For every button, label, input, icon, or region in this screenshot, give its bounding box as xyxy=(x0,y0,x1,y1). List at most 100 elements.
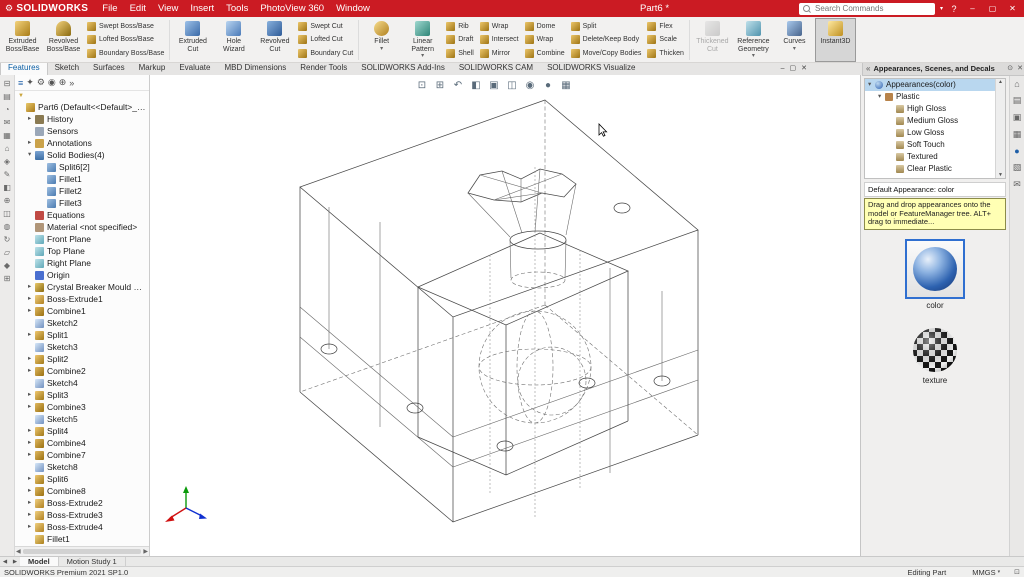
tree-item[interactable]: ▸ Boss-Extrude2 xyxy=(15,497,149,509)
tree-item[interactable]: ▸ Split3 xyxy=(15,389,149,401)
menu-item[interactable]: Edit xyxy=(124,0,152,17)
left-dock-icon[interactable]: ⌂ xyxy=(5,144,10,153)
menu-item[interactable]: Window xyxy=(330,0,376,17)
ribbon-small-button[interactable]: Boundary Boss/Base xyxy=(87,47,164,59)
edit-appearance-icon[interactable]: ● xyxy=(541,79,555,93)
ribbon-small-button[interactable]: Swept Boss/Base xyxy=(87,21,164,33)
command-tab[interactable]: Sketch xyxy=(48,61,86,75)
view-orientation-icon[interactable]: ▣ xyxy=(487,79,501,93)
left-dock-icon[interactable]: ⊞ xyxy=(4,274,11,283)
tree-item[interactable]: Split6[2] xyxy=(15,161,149,173)
close-button[interactable]: ✕ xyxy=(1005,0,1020,17)
left-dock-icon[interactable]: ◈ xyxy=(4,157,10,166)
solidworks-resources-icon[interactable]: ⌂ xyxy=(1014,79,1019,89)
ribbon-small-button[interactable]: Thicken xyxy=(647,47,684,59)
instant3d-button[interactable]: Instant3D xyxy=(815,18,856,62)
status-bar-icon[interactable]: ⊡ xyxy=(1014,568,1020,576)
command-tab[interactable]: SOLIDWORKS Add-Ins xyxy=(354,61,452,75)
previous-view-icon[interactable]: ↶ xyxy=(451,79,465,93)
tree-item[interactable]: ▸ Combine1 xyxy=(15,305,149,317)
tree-item[interactable]: Equations xyxy=(15,209,149,221)
tree-item[interactable]: Right Plane xyxy=(15,257,149,269)
search-input[interactable] xyxy=(813,3,931,15)
ribbon-small-button[interactable]: Flex xyxy=(647,21,684,33)
unit-system-selector[interactable]: MMGS ▾ xyxy=(972,568,1000,577)
model-wireframe[interactable] xyxy=(150,75,860,556)
graphics-viewport[interactable]: ⊡ ⊞ ↶ ◧ ▣ ◫ ◉ ● ▦ xyxy=(150,75,860,556)
ribbon-small-button[interactable]: Lofted Cut xyxy=(298,34,353,46)
tree-item[interactable]: Sensors xyxy=(15,125,149,137)
solidworks-forum-icon[interactable]: ✉ xyxy=(1013,179,1021,190)
ribbon-small-button[interactable]: Wrap xyxy=(480,21,519,33)
section-view-icon[interactable]: ◧ xyxy=(469,79,483,93)
tree-item[interactable]: ▸ Combine4 xyxy=(15,437,149,449)
view-palette-icon[interactable]: ▦ xyxy=(1013,129,1022,140)
scroll-up-icon[interactable]: ▲ xyxy=(996,79,1005,85)
tree-item[interactable]: ▸ Combine8 xyxy=(15,485,149,497)
document-minimize-icon[interactable]: – xyxy=(781,65,785,72)
tree-item[interactable]: Sketch2 xyxy=(15,317,149,329)
fillet-button[interactable]: Fillet ▾ xyxy=(361,18,402,62)
ribbon-small-button[interactable]: Boundary Cut xyxy=(298,47,353,59)
left-dock-icon[interactable]: ◆ xyxy=(4,261,10,270)
hole-wizard-button[interactable]: Hole Wizard xyxy=(213,18,254,62)
ribbon-small-button[interactable]: Move/Copy Bodies xyxy=(571,47,642,59)
configurationmanager-tab-icon[interactable]: ⚙ xyxy=(37,77,45,88)
file-explorer-icon[interactable]: ▣ xyxy=(1013,112,1022,123)
extruded-boss-base-button[interactable]: Extruded Boss/Base xyxy=(2,18,43,62)
left-dock-icon[interactable]: ▦ xyxy=(3,131,11,140)
restore-button[interactable]: ▢ xyxy=(985,0,1000,17)
search-box[interactable] xyxy=(799,3,935,15)
ribbon-small-button[interactable]: Scale xyxy=(647,34,684,46)
ribbon-small-button[interactable]: Swept Cut xyxy=(298,21,353,33)
revolved-boss-base-button[interactable]: Revolved Boss/Base xyxy=(43,18,84,62)
left-dock-icon[interactable]: ▱ xyxy=(4,248,10,257)
zoom-fit-icon[interactable]: ⊡ xyxy=(415,79,429,93)
tree-item[interactable]: ▸ History xyxy=(15,113,149,125)
left-dock-icon[interactable]: ◔ xyxy=(5,105,10,114)
extruded-cut-button[interactable]: Extruded Cut xyxy=(172,18,213,62)
ribbon-small-button[interactable]: Delete/Keep Body xyxy=(571,34,642,46)
apply-scene-icon[interactable]: ▦ xyxy=(559,79,573,93)
ribbon-small-button[interactable]: Combine xyxy=(525,47,565,59)
pin-icon[interactable]: ⊙ xyxy=(1005,64,1015,72)
close-pane-icon[interactable]: ✕ xyxy=(1015,64,1024,72)
ribbon-small-button[interactable]: Mirror xyxy=(480,47,519,59)
tree-item[interactable]: Front Plane xyxy=(15,233,149,245)
tree-item[interactable]: ▸ Boss-Extrude1 xyxy=(15,293,149,305)
appearance-tree-item[interactable]: High Gloss xyxy=(865,103,1005,115)
appearances-scenes-icon[interactable]: ● xyxy=(1014,146,1019,156)
command-tab[interactable]: Markup xyxy=(132,61,173,75)
tree-item[interactable]: Fillet3 xyxy=(15,197,149,209)
command-tab[interactable]: Surfaces xyxy=(86,61,132,75)
tree-item[interactable]: Origin xyxy=(15,269,149,281)
command-tab[interactable]: Render Tools xyxy=(293,61,354,75)
menu-item[interactable]: File xyxy=(96,0,123,17)
texture-appearance-swatch[interactable] xyxy=(911,326,959,374)
dimxpertmanager-tab-icon[interactable]: ⊕ xyxy=(59,77,67,88)
tree-item[interactable]: ▸ Annotations xyxy=(15,137,149,149)
ribbon-small-button[interactable]: Draft xyxy=(446,34,474,46)
command-tab[interactable]: Evaluate xyxy=(172,61,217,75)
thickened-cut-button[interactable]: Thickened Cut xyxy=(692,18,733,62)
menu-item[interactable]: Insert xyxy=(184,0,220,17)
tree-item[interactable]: ▸ Split1 xyxy=(15,329,149,341)
left-dock-icon[interactable]: ⊕ xyxy=(4,196,11,205)
tree-item[interactable]: Sketch3 xyxy=(15,341,149,353)
scrollbar-thumb[interactable] xyxy=(23,549,142,554)
appearance-tree-item[interactable]: Clear Plastic xyxy=(865,163,1005,175)
document-close-icon[interactable]: ✕ xyxy=(801,64,807,72)
appearance-tree-item[interactable]: Soft Touch xyxy=(865,139,1005,151)
appearance-tree-item[interactable]: ▾ Plastic xyxy=(865,91,1005,103)
menu-item[interactable]: PhotoView 360 xyxy=(254,0,330,17)
ribbon-small-button[interactable]: Wrap xyxy=(525,34,565,46)
linear-pattern-button[interactable]: Linear Pattern ▾ xyxy=(402,18,443,62)
command-tab[interactable]: Features xyxy=(0,61,48,75)
design-library-icon[interactable]: ▤ xyxy=(1013,95,1022,106)
help-icon[interactable]: ? xyxy=(948,4,960,14)
tree-item[interactable]: ▸ Combine3 xyxy=(15,401,149,413)
tree-item[interactable]: Material <not specified> xyxy=(15,221,149,233)
reference-geometry-button[interactable]: Reference Geometry ▾ xyxy=(733,18,774,62)
tree-item[interactable]: Top Plane xyxy=(15,245,149,257)
pane-scrollbar[interactable]: ▲ ▼ xyxy=(995,79,1005,178)
